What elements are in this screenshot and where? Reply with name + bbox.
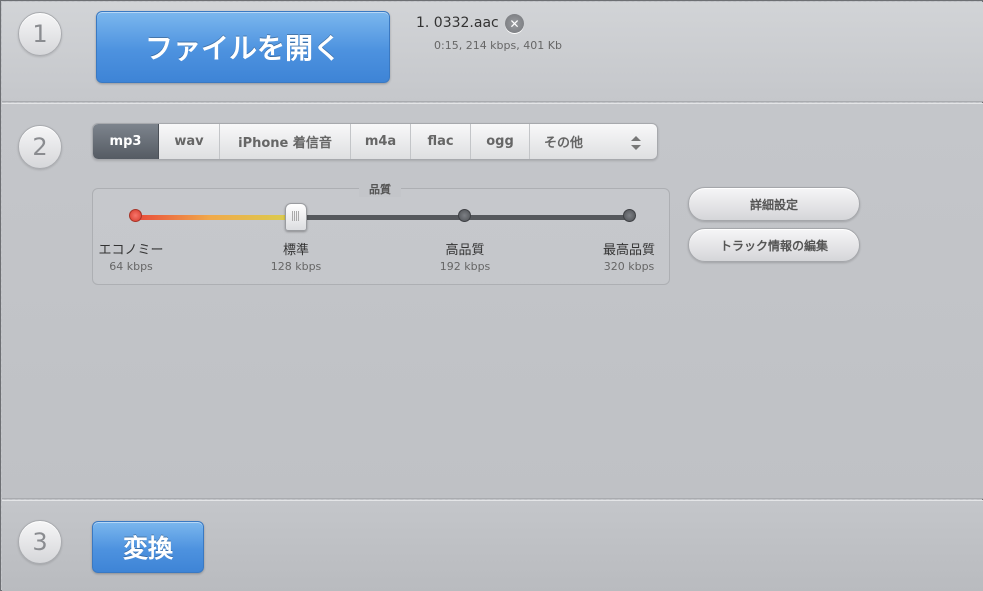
step-number-2: 2 bbox=[18, 125, 62, 169]
step-number-1: 1 bbox=[18, 12, 62, 56]
format-tab-ogg[interactable]: ogg bbox=[471, 124, 530, 159]
quality-kbps-economy: 64 kbps bbox=[109, 260, 153, 273]
step-convert: 3 変換 bbox=[2, 500, 983, 591]
quality-stop-economy[interactable] bbox=[129, 209, 142, 222]
file-meta: 0:15, 214 kbps, 401 Kb bbox=[434, 39, 562, 52]
quality-title: 品質 bbox=[359, 181, 401, 197]
format-tab-wav[interactable]: wav bbox=[159, 124, 220, 159]
app-window: 1 ファイルを開く 1. 0332.aac ✕ 0:15, 214 kbps, … bbox=[0, 0, 983, 591]
updown-arrows-icon bbox=[631, 136, 641, 150]
advanced-settings-button[interactable]: 詳細設定 bbox=[688, 187, 860, 221]
format-tab-mp3[interactable]: mp3 bbox=[93, 124, 159, 159]
format-selector: mp3 wav iPhone 着信音 m4a flac ogg その他 bbox=[92, 123, 658, 160]
quality-label-economy: エコノミー bbox=[98, 243, 164, 258]
quality-label-best: 最高品質 bbox=[602, 243, 655, 258]
quality-label-standard: 標準 bbox=[282, 243, 309, 258]
format-tab-m4a[interactable]: m4a bbox=[351, 124, 411, 159]
quality-kbps-high: 192 kbps bbox=[439, 260, 491, 273]
quality-slider-fill bbox=[136, 215, 301, 220]
step-number-3: 3 bbox=[18, 520, 62, 564]
edit-track-info-button[interactable]: トラック情報の編集 bbox=[688, 228, 860, 262]
quality-stop-high[interactable] bbox=[458, 209, 471, 222]
step-open-file: 1 ファイルを開く 1. 0332.aac ✕ 0:15, 214 kbps, … bbox=[2, 2, 983, 102]
open-file-button[interactable]: ファイルを開く bbox=[96, 11, 390, 83]
quality-slider-track[interactable] bbox=[136, 215, 630, 220]
file-name: 1. 0332.aac bbox=[416, 15, 499, 31]
quality-slider-handle[interactable] bbox=[285, 203, 307, 231]
format-tab-flac[interactable]: flac bbox=[411, 124, 471, 159]
quality-stop-best[interactable] bbox=[623, 209, 636, 222]
convert-button[interactable]: 変換 bbox=[92, 521, 204, 573]
quality-kbps-best: 320 kbps bbox=[603, 260, 655, 273]
format-tab-other[interactable]: その他 bbox=[530, 124, 657, 159]
format-other-label: その他 bbox=[544, 136, 584, 151]
quality-label-high: 高品質 bbox=[445, 243, 485, 258]
format-tab-iphone-ringtone[interactable]: iPhone 着信音 bbox=[220, 124, 351, 159]
quality-panel: 品質 エコノミー 64 kbps 標準 128 kbps 高品質 192 kbp… bbox=[92, 181, 670, 285]
quality-kbps-standard: 128 kbps bbox=[270, 260, 322, 273]
close-circle-icon[interactable]: ✕ bbox=[505, 14, 524, 33]
step-format-quality: 2 mp3 wav iPhone 着信音 m4a flac ogg その他 品質… bbox=[2, 103, 983, 499]
